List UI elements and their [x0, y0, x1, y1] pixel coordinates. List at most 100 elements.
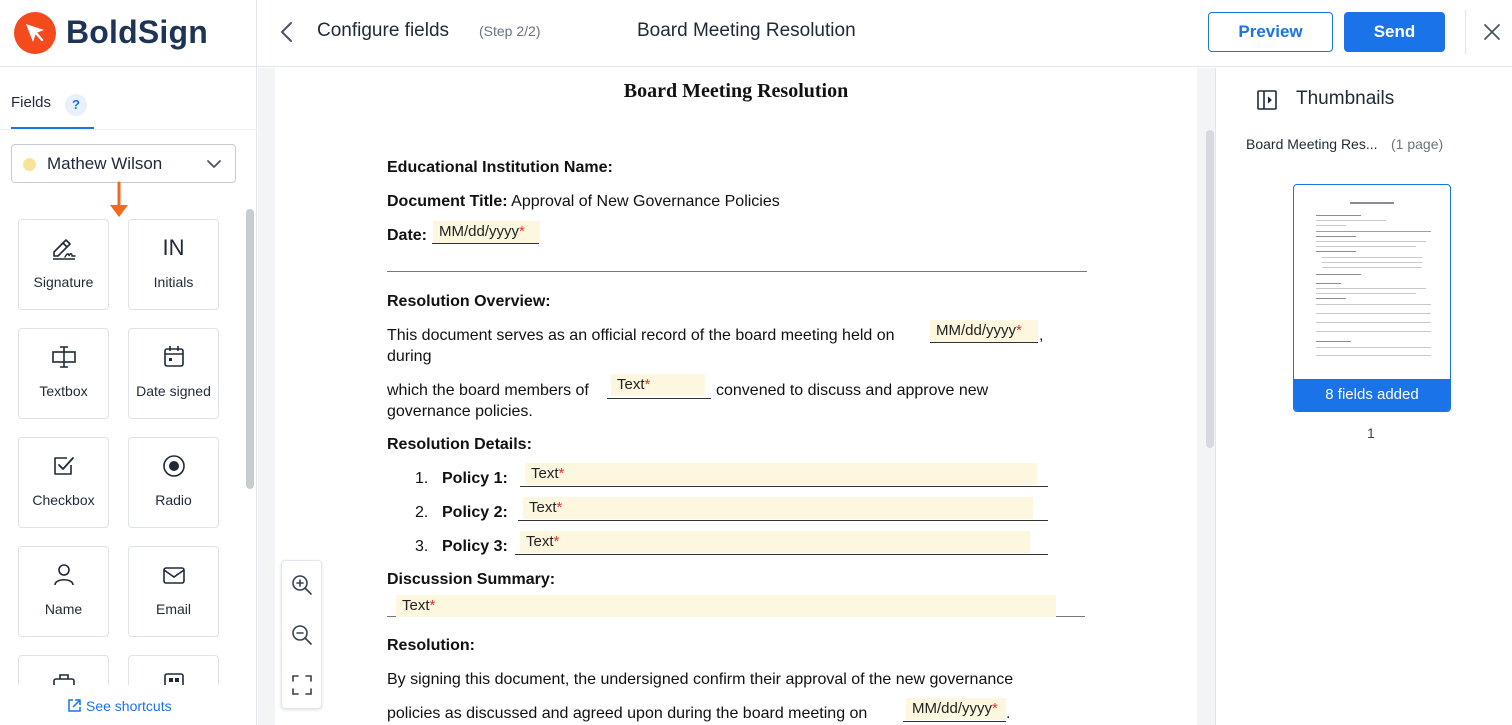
thumb-line [1316, 288, 1426, 289]
fields-scrollbar[interactable] [246, 209, 254, 489]
preview-button[interactable]: Preview [1208, 12, 1333, 52]
meeting-date-underline [930, 342, 1038, 343]
placeholder-text: Text [529, 499, 557, 516]
back-arrow-icon[interactable] [276, 18, 298, 46]
zoom-toolbar [281, 560, 322, 709]
field-grid: Signature IN Initials Textbox Date signe… [0, 207, 246, 685]
resolution-period: . [1006, 705, 1011, 722]
policy-label: Policy 2: [442, 504, 508, 521]
overview-comma: , [1039, 327, 1044, 344]
checkbox-field-button[interactable]: Checkbox [18, 437, 109, 528]
send-button[interactable]: Send [1344, 12, 1445, 52]
thumb-line [1316, 231, 1431, 232]
policy-3-field[interactable]: Text* [520, 531, 1030, 553]
document-title-line: Document Title: Approval of New Governan… [387, 193, 780, 211]
policy-1-field[interactable]: Text* [525, 463, 1037, 485]
thumb-line [1316, 322, 1431, 323]
thumb-line [1316, 274, 1361, 275]
field-label: Email [155, 601, 191, 617]
thumb-line [1316, 283, 1341, 284]
policy-underline [515, 554, 1048, 555]
date-signed-field-button[interactable]: Date signed [128, 328, 219, 419]
policy-label: Policy 3: [442, 538, 508, 555]
policy-number: 1. [415, 470, 429, 487]
signature-icon [19, 234, 108, 262]
date-field[interactable]: MM/dd/yyyy* [433, 221, 540, 243]
thumb-line [1350, 202, 1394, 204]
close-icon[interactable] [1480, 20, 1504, 44]
thumb-line [1322, 262, 1422, 263]
fit-screen-icon[interactable] [290, 673, 314, 697]
textbox-field-button[interactable]: Textbox [18, 328, 109, 419]
thumb-line [1316, 347, 1431, 348]
radio-icon [129, 452, 218, 480]
textbox-icon [19, 343, 108, 371]
thumbnail-page-number: 1 [1367, 425, 1375, 441]
thumb-line [1316, 220, 1386, 221]
thumb-line [1316, 293, 1416, 294]
zoom-in-icon[interactable] [290, 573, 314, 597]
discussion-heading: Discussion Summary: [387, 571, 556, 588]
field-label: Name [44, 601, 83, 617]
resolution-date-field[interactable]: MM/dd/yyyy* [906, 698, 1006, 720]
policy-number: 3. [415, 538, 429, 555]
field-label: Checkbox [32, 492, 95, 508]
meeting-date-field[interactable]: MM/dd/yyyy* [930, 320, 1038, 342]
title-field-button[interactable] [128, 655, 219, 685]
thumbnails-title: Thumbnails [1296, 88, 1395, 109]
board-underline [607, 398, 711, 399]
overview-text-2: during [387, 348, 432, 365]
required-mark: * [992, 700, 998, 717]
help-icon[interactable]: ? [65, 94, 87, 116]
email-field-button[interactable]: Email [128, 546, 219, 637]
zoom-out-icon[interactable] [290, 623, 314, 647]
signature-field-button[interactable]: Signature [18, 219, 109, 310]
field-label: Initials [153, 274, 194, 290]
placeholder-text: MM/dd/yyyy [936, 322, 1017, 339]
fields-added-badge: 8 fields added [1294, 379, 1450, 411]
app-header: BoldSign Configure fields (Step 2/2) Boa… [0, 0, 1512, 67]
logo-area: BoldSign [0, 0, 257, 67]
policy-2-field[interactable]: Text* [523, 497, 1033, 519]
doc-title-label: Document Title: [387, 193, 508, 210]
company-field-button[interactable] [18, 655, 109, 685]
panel-toggle-icon[interactable] [1256, 89, 1278, 116]
boldsign-logo-icon [14, 12, 56, 54]
thumbnail-page-count: (1 page) [1391, 136, 1444, 152]
thumb-line [1316, 246, 1416, 247]
thumb-line [1316, 355, 1431, 356]
discussion-field[interactable]: Text* [396, 595, 1056, 617]
board-name-field[interactable]: Text* [611, 374, 705, 396]
briefcase-icon [19, 670, 108, 685]
overview-text-1: This document serves as an official reco… [387, 327, 895, 344]
document-heading: Board Meeting Resolution [623, 80, 849, 102]
divider-line [387, 271, 1087, 272]
see-shortcuts-link[interactable]: See shortcuts [67, 698, 172, 714]
tab-fields[interactable]: Fields [11, 94, 51, 111]
field-label: Radio [155, 492, 192, 508]
page-thumbnail[interactable]: 8 fields added [1293, 184, 1451, 412]
thumb-line [1316, 298, 1346, 299]
date-label: Date: [387, 227, 428, 244]
document-scrollbar[interactable] [1206, 130, 1214, 448]
signer-dropdown[interactable]: Mathew Wilson [11, 144, 236, 183]
required-mark: * [519, 223, 525, 240]
field-label: Date signed [136, 383, 211, 399]
thumbnail-doc-name: Board Meeting Res... [1246, 136, 1378, 152]
name-field-button[interactable]: Name [18, 546, 109, 637]
external-link-icon [68, 699, 81, 712]
initials-icon: IN [162, 235, 185, 260]
page-title: Configure fields [317, 20, 450, 41]
see-shortcuts-label: See shortcuts [86, 698, 172, 714]
thumb-line [1322, 257, 1422, 258]
overview-text-3b: convened to discuss and approve new [716, 382, 989, 399]
thumb-line [1316, 313, 1431, 314]
radio-field-button[interactable]: Radio [128, 437, 219, 528]
signer-color-dot [23, 158, 36, 171]
details-heading: Resolution Details: [387, 436, 532, 453]
required-mark: * [558, 465, 565, 482]
thumb-line [1316, 251, 1356, 252]
initials-field-button[interactable]: IN Initials [128, 219, 219, 310]
policy-number: 2. [415, 504, 429, 521]
overview-heading: Resolution Overview: [387, 293, 551, 310]
